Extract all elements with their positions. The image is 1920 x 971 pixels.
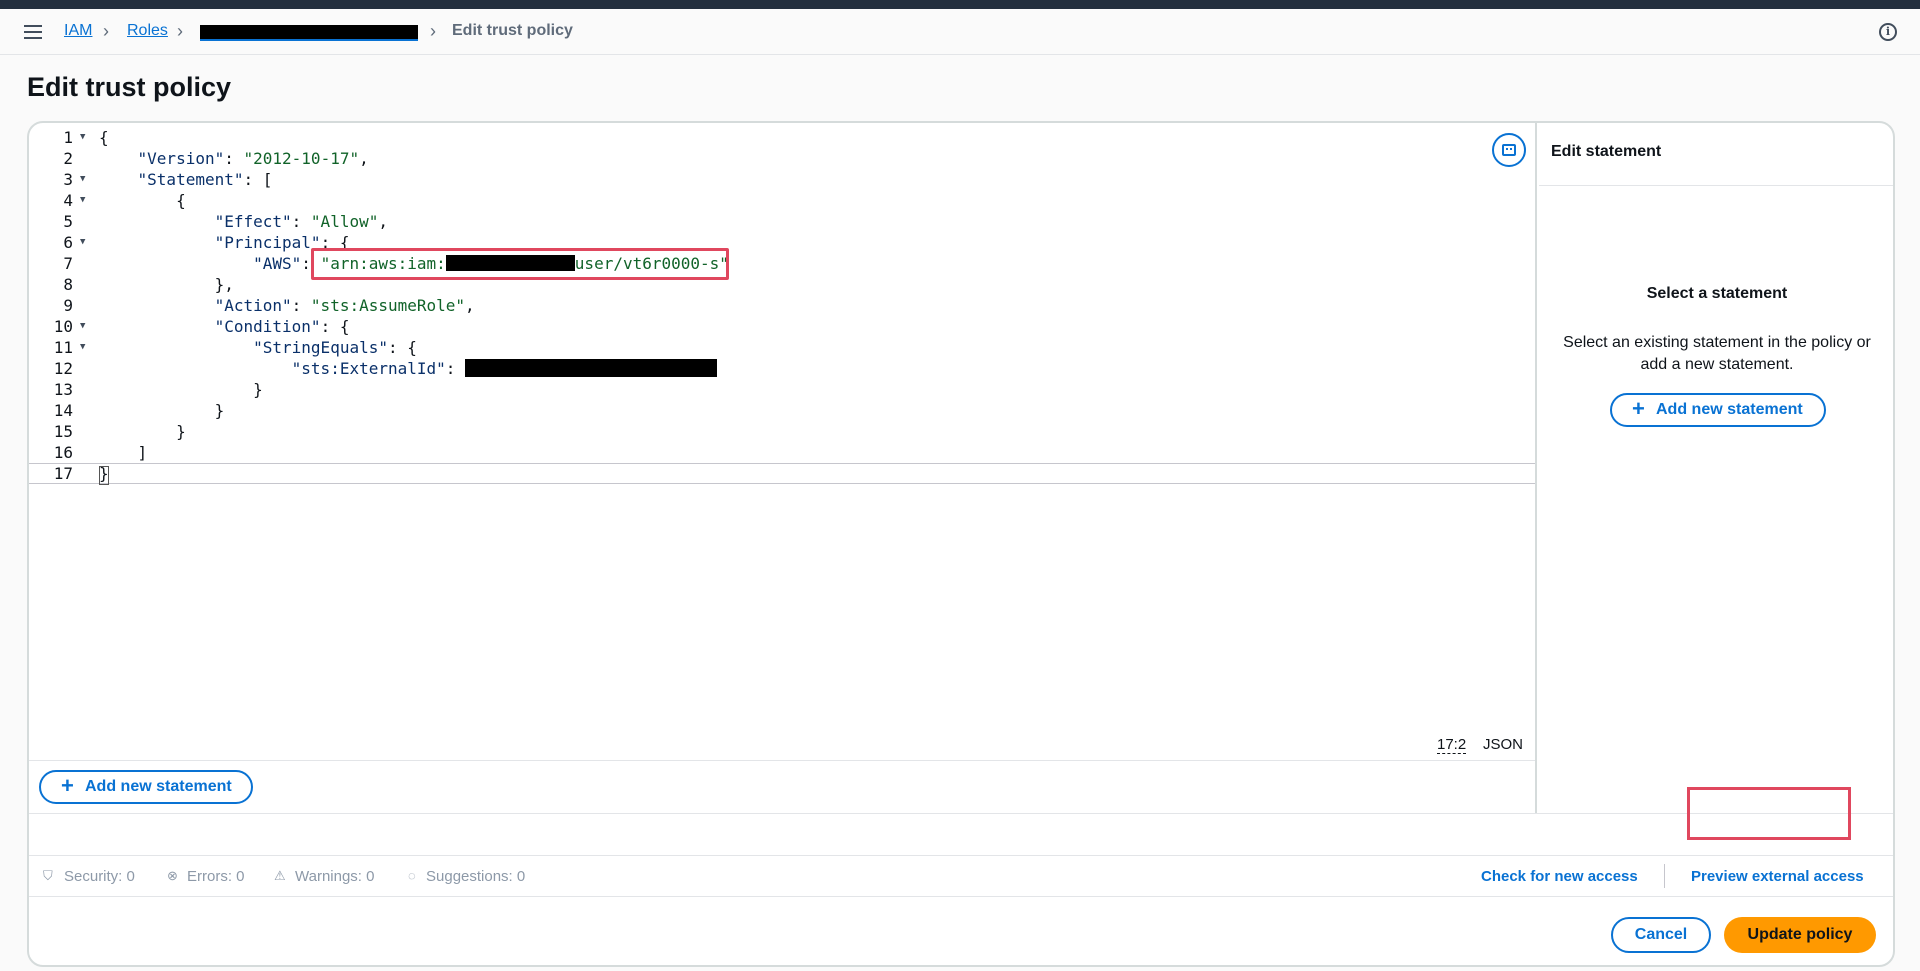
warnings-count[interactable]: Warnings: 0 [295, 868, 374, 885]
json-editor[interactable]: 1 ▼ 2 3 ▼ 4 ▼ 5 6 ▼ 7 8 9 10 ▼ 11 ▼ 12 13 14 15 16 17 { "Versi… [29, 123, 1537, 813]
chevron-right-icon: › [177, 21, 183, 41]
side-panel-title: Edit statement [1551, 143, 1662, 160]
chevron-right-icon: › [430, 21, 436, 41]
code-line-10: "Condition": { [214, 317, 350, 336]
code-line-5: "Effect": "Allow", [214, 212, 388, 231]
cancel-button[interactable]: Cancel [1611, 917, 1711, 953]
divider [1664, 864, 1665, 888]
edit-statement-panel: Edit statement Select a statement Select… [1539, 123, 1893, 813]
lightbulb-icon: ◌ [408, 868, 416, 883]
spacer [29, 813, 1893, 855]
code-line-6: "Principal": { [214, 233, 350, 252]
code-line-1: { [99, 128, 109, 147]
code-line-2: "Version": "2012-10-17", [137, 149, 369, 168]
code-line-14: } [214, 401, 225, 420]
arn-highlight-box [311, 248, 729, 280]
add-new-statement-button[interactable]: + Add new statement [39, 770, 253, 804]
breadcrumb-current: Edit trust policy [452, 22, 573, 39]
breadcrumb-role-underline [200, 39, 418, 41]
code-line-17: } [99, 464, 109, 483]
text-cursor [99, 466, 109, 485]
empty-state-description: Select an existing statement in the poli… [1563, 334, 1871, 373]
code-line-7: "AWS": "arn:aws:iam: user/vt6r0000-s" [253, 254, 729, 273]
code-line-16: ] [137, 443, 148, 462]
code-line-8: }, [214, 275, 234, 294]
code-line-4: { [176, 191, 186, 210]
shield-icon: ⛉ [43, 868, 53, 883]
warning-icon: ⚠ [274, 868, 286, 883]
code-line-15: } [176, 422, 186, 441]
breadcrumb-iam[interactable]: IAM [64, 22, 92, 40]
code-line-3: "Statement": [ [137, 170, 273, 189]
code-line-11: "StringEquals": { [253, 338, 417, 357]
error-icon: ⊗ [167, 868, 178, 883]
chevron-right-icon: › [103, 21, 109, 41]
security-count[interactable]: Security: 0 [64, 868, 135, 885]
update-policy-button[interactable]: Update policy [1724, 917, 1876, 953]
cursor-position[interactable]: 17:2 [1437, 736, 1467, 754]
check-new-access-link[interactable]: Check for new access [1481, 868, 1638, 885]
language-indicator: JSON [1483, 736, 1524, 753]
menu-icon[interactable] [24, 24, 44, 40]
breadcrumb-role-name-redacted[interactable] [200, 25, 418, 39]
empty-state-title: Select a statement [1646, 285, 1788, 302]
errors-count[interactable]: Errors: 0 [187, 868, 245, 885]
external-id-redacted [465, 359, 718, 377]
code-line-13: } [253, 380, 263, 399]
divider [1539, 185, 1893, 186]
side-add-new-statement-button[interactable]: + Add new statement [1610, 393, 1826, 427]
code-line-9: "Action": "sts:AssumeRole", [214, 296, 475, 315]
policy-validation-bar: ⛉ Security: 0 ⊗ Errors: 0 ⚠ Warnings: 0 … [29, 855, 1893, 897]
suggestions-count[interactable]: Suggestions: 0 [426, 868, 525, 885]
page-title: Edit trust policy [27, 72, 232, 102]
keyboard-icon[interactable] [1492, 133, 1526, 167]
editor-footer: + Add new statement [29, 760, 1535, 813]
breadcrumb-bar: IAM › Roles › › Edit trust policy i [0, 9, 1920, 55]
breadcrumb-roles[interactable]: Roles [127, 22, 168, 40]
plus-icon: + [61, 773, 74, 798]
code-line-12: "sts:ExternalId": [29, 358, 1537, 379]
policy-editor-container: 1 ▼ 2 3 ▼ 4 ▼ 5 6 ▼ 7 8 9 10 ▼ 11 ▼ 12 13 14 15 16 17 { "Versi… [27, 121, 1895, 967]
info-icon[interactable]: i [1879, 23, 1897, 41]
top-bar [0, 0, 1920, 9]
preview-external-access-link[interactable]: Preview external access [1691, 868, 1864, 885]
update-button-highlight-box [1687, 787, 1851, 840]
plus-icon: + [1632, 396, 1645, 421]
